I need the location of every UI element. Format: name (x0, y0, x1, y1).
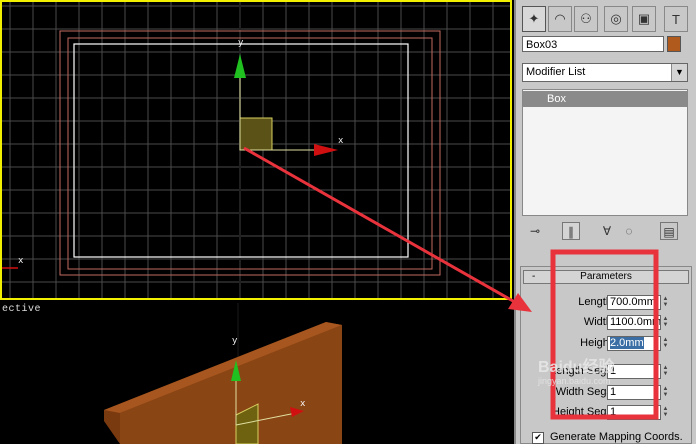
param-row: Width: 1100.0mm ▲ ▼ (521, 315, 693, 331)
modifier-list-label: Modifier List (526, 66, 586, 78)
modify-tab[interactable]: ◠ (548, 6, 572, 32)
y-axis-label: y (238, 38, 244, 48)
top-viewport-grid (2, 2, 510, 298)
spinner-icon[interactable]: ▲ ▼ (662, 365, 669, 378)
param-value-field[interactable]: 1 (607, 364, 661, 379)
param-value: 1100.0mm (610, 316, 661, 328)
persp-y-axis-label: y (232, 336, 238, 346)
display-tab[interactable]: ▣ (632, 6, 656, 32)
param-value: 2.0mm (610, 337, 644, 349)
spinner-icon[interactable]: ▲ ▼ (662, 316, 669, 329)
param-value-field[interactable]: 2.0mm (607, 336, 661, 351)
spinner-icon[interactable]: ▲ ▼ (662, 386, 669, 399)
remove-modifier-icon[interactable]: ◌ (620, 222, 638, 240)
create-tab[interactable]: ✦ (522, 6, 546, 32)
max-workspace: y x x ective y x ✦ ◠ ⚇ ◎ ▣ T Box03 Modifier L… (0, 0, 696, 444)
stack-item-box[interactable]: Box (523, 91, 687, 107)
param-row: Length: 700.0mm ▲ ▼ (521, 295, 693, 311)
top-viewport[interactable]: y x x (0, 0, 512, 300)
persp-x-axis-label: x (300, 399, 306, 409)
show-end-result-icon[interactable]: ∥ (562, 222, 580, 240)
make-unique-icon[interactable]: ∀ (598, 222, 616, 240)
utilities-tab[interactable]: T (664, 6, 688, 32)
param-value-field[interactable]: 1100.0mm (607, 315, 661, 330)
modifier-stack[interactable]: Box (522, 89, 688, 216)
object-name-field[interactable]: Box03 (522, 36, 664, 52)
rollout-header[interactable]: - Parameters (523, 270, 689, 284)
generate-mapping-checkbox[interactable]: ✔ (532, 432, 544, 444)
configure-modifier-sets-icon[interactable]: ▤ (660, 222, 678, 240)
param-value: 1 (610, 406, 617, 418)
param-value-field[interactable]: 1 (607, 405, 661, 420)
param-row: Height Segs: 1 ▲ ▼ (521, 405, 693, 421)
param-value: 1 (610, 386, 617, 398)
param-row: Width Segs: 1 ▲ ▼ (521, 385, 693, 401)
param-label: Height Segs: (552, 406, 615, 418)
corner-x-axis-label: x (18, 256, 24, 266)
rollout-title: Parameters (580, 271, 632, 282)
param-value-field[interactable]: 1 (607, 385, 661, 400)
spinner-icon[interactable]: ▲ ▼ (662, 406, 669, 419)
hierarchy-tab[interactable]: ⚇ (574, 6, 598, 32)
watermark-url: jingyan.baidu.com (538, 376, 611, 386)
x-axis-label: x (338, 136, 344, 146)
motion-tab[interactable]: ◎ (604, 6, 628, 32)
spinner-icon[interactable]: ▲ ▼ (662, 296, 669, 309)
perspective-viewport[interactable]: ective y x (0, 303, 512, 444)
object-color-swatch[interactable] (667, 36, 681, 52)
generate-mapping-label: Generate Mapping Coords. (550, 431, 683, 443)
dropdown-arrow-icon[interactable]: ▼ (671, 64, 687, 81)
watermark-logo: Baidu经验 (538, 359, 615, 376)
pin-stack-icon[interactable]: ⊸ (526, 222, 544, 240)
param-value: 700.0mm (610, 296, 656, 308)
perspective-scene (104, 303, 342, 444)
spinner-icon[interactable]: ▲ ▼ (662, 337, 669, 350)
param-value-field[interactable]: 700.0mm (607, 295, 661, 310)
panel-tabs: ✦ ◠ ⚇ ◎ ▣ T (516, 4, 696, 34)
modifier-list-dropdown[interactable]: Modifier List ▼ (522, 63, 688, 82)
param-row: Height: 2.0mm ▲ ▼ (521, 336, 693, 352)
